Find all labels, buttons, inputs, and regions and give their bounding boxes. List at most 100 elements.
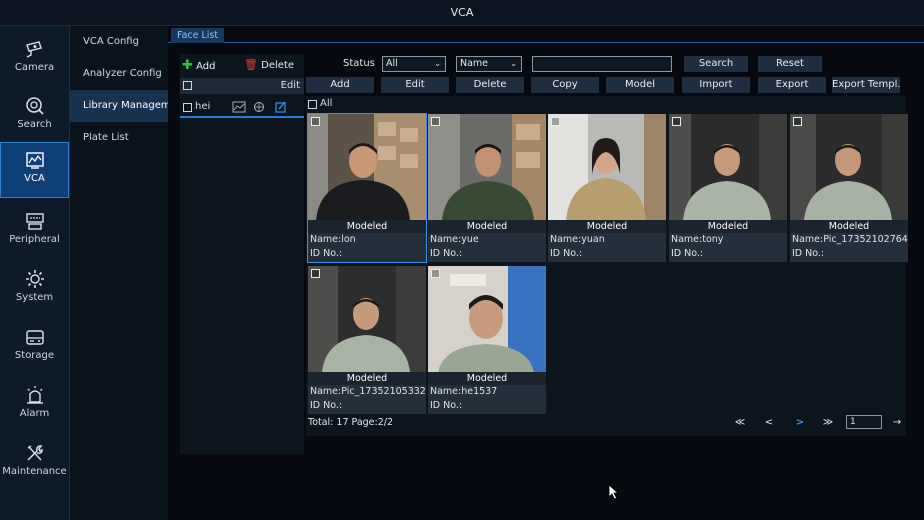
modeled-status: Modeled [669,220,787,233]
nav-label: Storage [14,350,55,361]
vca-subnav: VCA Config Analyzer Config Library Manag… [70,26,168,520]
nav-item-search[interactable]: Search [0,89,69,145]
nav-item-alarm[interactable]: Alarm [0,378,69,434]
export-button[interactable]: Export [758,77,826,93]
model-face-button[interactable]: Model [606,77,674,93]
peripheral-icon [25,213,44,230]
export-template-button[interactable]: Export Templ... [832,77,900,93]
select-all-label: All [320,98,333,109]
subnav-item-analyzer-config[interactable]: Analyzer Config [70,58,168,90]
prev-page-button[interactable]: < [758,416,780,430]
storage-icon [25,330,44,345]
library-row[interactable]: hei [180,98,304,118]
search-input[interactable] [532,56,672,72]
copy-face-button[interactable]: Copy [531,77,599,93]
next-page-button[interactable]: > [789,416,811,430]
library-select-all-checkbox[interactable] [183,81,192,90]
nav-item-maintenance[interactable]: Maintenance [0,436,69,492]
subnav-item-plate-list[interactable]: Plate List [70,122,168,154]
face-id: ID No.: [310,400,343,411]
face-name: Name:lon [310,234,356,245]
nav-label: Alarm [19,408,50,419]
nav-label: VCA [24,173,45,184]
nav-label: Maintenance [2,466,67,477]
delete-library-button[interactable]: 🗑 Delete [244,58,294,71]
page-number-input[interactable]: 1 [846,415,882,429]
add-face-button[interactable]: Add [306,77,374,93]
face-card-checkbox[interactable] [311,269,320,278]
face-card-checkbox[interactable] [431,117,440,126]
status-label: Status [343,58,375,69]
face-card[interactable]: Modeled Name:yuan ID No.: [548,114,666,262]
face-id: ID No.: [430,248,463,259]
edit-face-button[interactable]: Edit [381,77,449,93]
plus-icon: ✚ [182,58,193,73]
gear-icon [25,270,44,288]
nav-item-vca[interactable]: VCA [0,142,69,198]
face-photo [428,114,546,220]
field-select[interactable]: Name ⌄ [456,56,522,72]
last-page-button[interactable]: ≫ [817,416,839,430]
status-select[interactable]: All ⌄ [382,56,446,72]
main-nav: Camera Search VCA Peripheral System Stor… [0,26,70,520]
modeled-status: Modeled [428,372,546,385]
chevron-down-icon: ⌄ [434,59,441,68]
select-all-checkbox[interactable] [308,100,317,109]
chart-icon[interactable] [232,101,246,113]
trash-icon: 🗑 [244,58,258,71]
face-card-checkbox[interactable] [672,117,681,126]
total-count: Total: 17 Page:2/2 [308,417,394,428]
tab-face-list[interactable]: Face List [171,28,225,43]
edit-icon[interactable] [275,101,287,113]
face-card[interactable]: Modeled Name:Pic_1735210276413 ID No.: [790,114,908,262]
nav-item-peripheral[interactable]: Peripheral [0,204,69,260]
modeled-status: Modeled [548,220,666,233]
face-photo [428,266,546,372]
subnav-item-vca-config[interactable]: VCA Config [70,26,168,58]
mouse-cursor-icon [608,484,620,500]
search-button[interactable]: Search [684,56,748,72]
modeled-status: Modeled [790,220,908,233]
face-photo [548,114,666,220]
face-photo [669,114,787,220]
modeled-status: Modeled [428,220,546,233]
nav-item-storage[interactable]: Storage [0,320,69,376]
delete-library-label: Delete [261,60,295,71]
face-actions: Add Edit Delete Copy Model Import Export… [306,76,906,94]
face-card[interactable]: Modeled Name:he1537 ID No.: [428,266,546,414]
filter-controls: Status All ⌄ Name ⌄ Search Reset [306,54,906,74]
reset-button[interactable]: Reset [758,56,822,72]
face-name: Name:Pic_1735210533228 [310,386,426,397]
library-row-checkbox[interactable] [183,103,192,112]
wrench-icon [26,445,43,461]
face-card[interactable]: Modeled Name:Pic_1735210533228 ID No.: [308,266,426,414]
pagination-bar: Total: 17 Page:2/2 ≪ < > ≫ 1 → [306,414,906,432]
face-card[interactable]: Modeled Name:lon ID No.: [307,113,427,263]
face-photo [790,114,908,220]
nav-item-camera[interactable]: Camera [0,32,69,88]
vca-icon [25,152,44,169]
status-select-value: All [386,58,398,69]
add-library-button[interactable]: ✚ Add [182,58,215,73]
nav-item-system[interactable]: System [0,262,69,318]
nav-label: Peripheral [9,234,60,245]
import-button[interactable]: Import [682,77,750,93]
library-row-name: hei [195,101,211,112]
face-photo [308,114,426,220]
first-page-button[interactable]: ≪ [729,416,751,430]
face-card-checkbox[interactable] [431,269,440,278]
face-name: Name:yue [430,234,479,245]
face-card-checkbox[interactable] [793,117,802,126]
face-card-checkbox[interactable] [551,117,560,126]
delete-face-button[interactable]: Delete [456,77,524,93]
library-toolbar: ✚ Add 🗑 Delete [180,54,304,74]
face-card-checkbox[interactable] [311,117,320,126]
face-name: Name:Pic_1735210276413 [792,234,908,245]
face-card[interactable]: Modeled Name:yue ID No.: [428,114,546,262]
subnav-item-library-management[interactable]: Library Managem... [70,90,168,122]
chevron-down-icon: ⌄ [510,59,517,68]
face-id: ID No.: [792,248,825,259]
go-page-button[interactable]: → [886,416,908,430]
face-card[interactable]: Modeled Name:tony ID No.: [669,114,787,262]
model-icon[interactable] [253,101,265,113]
